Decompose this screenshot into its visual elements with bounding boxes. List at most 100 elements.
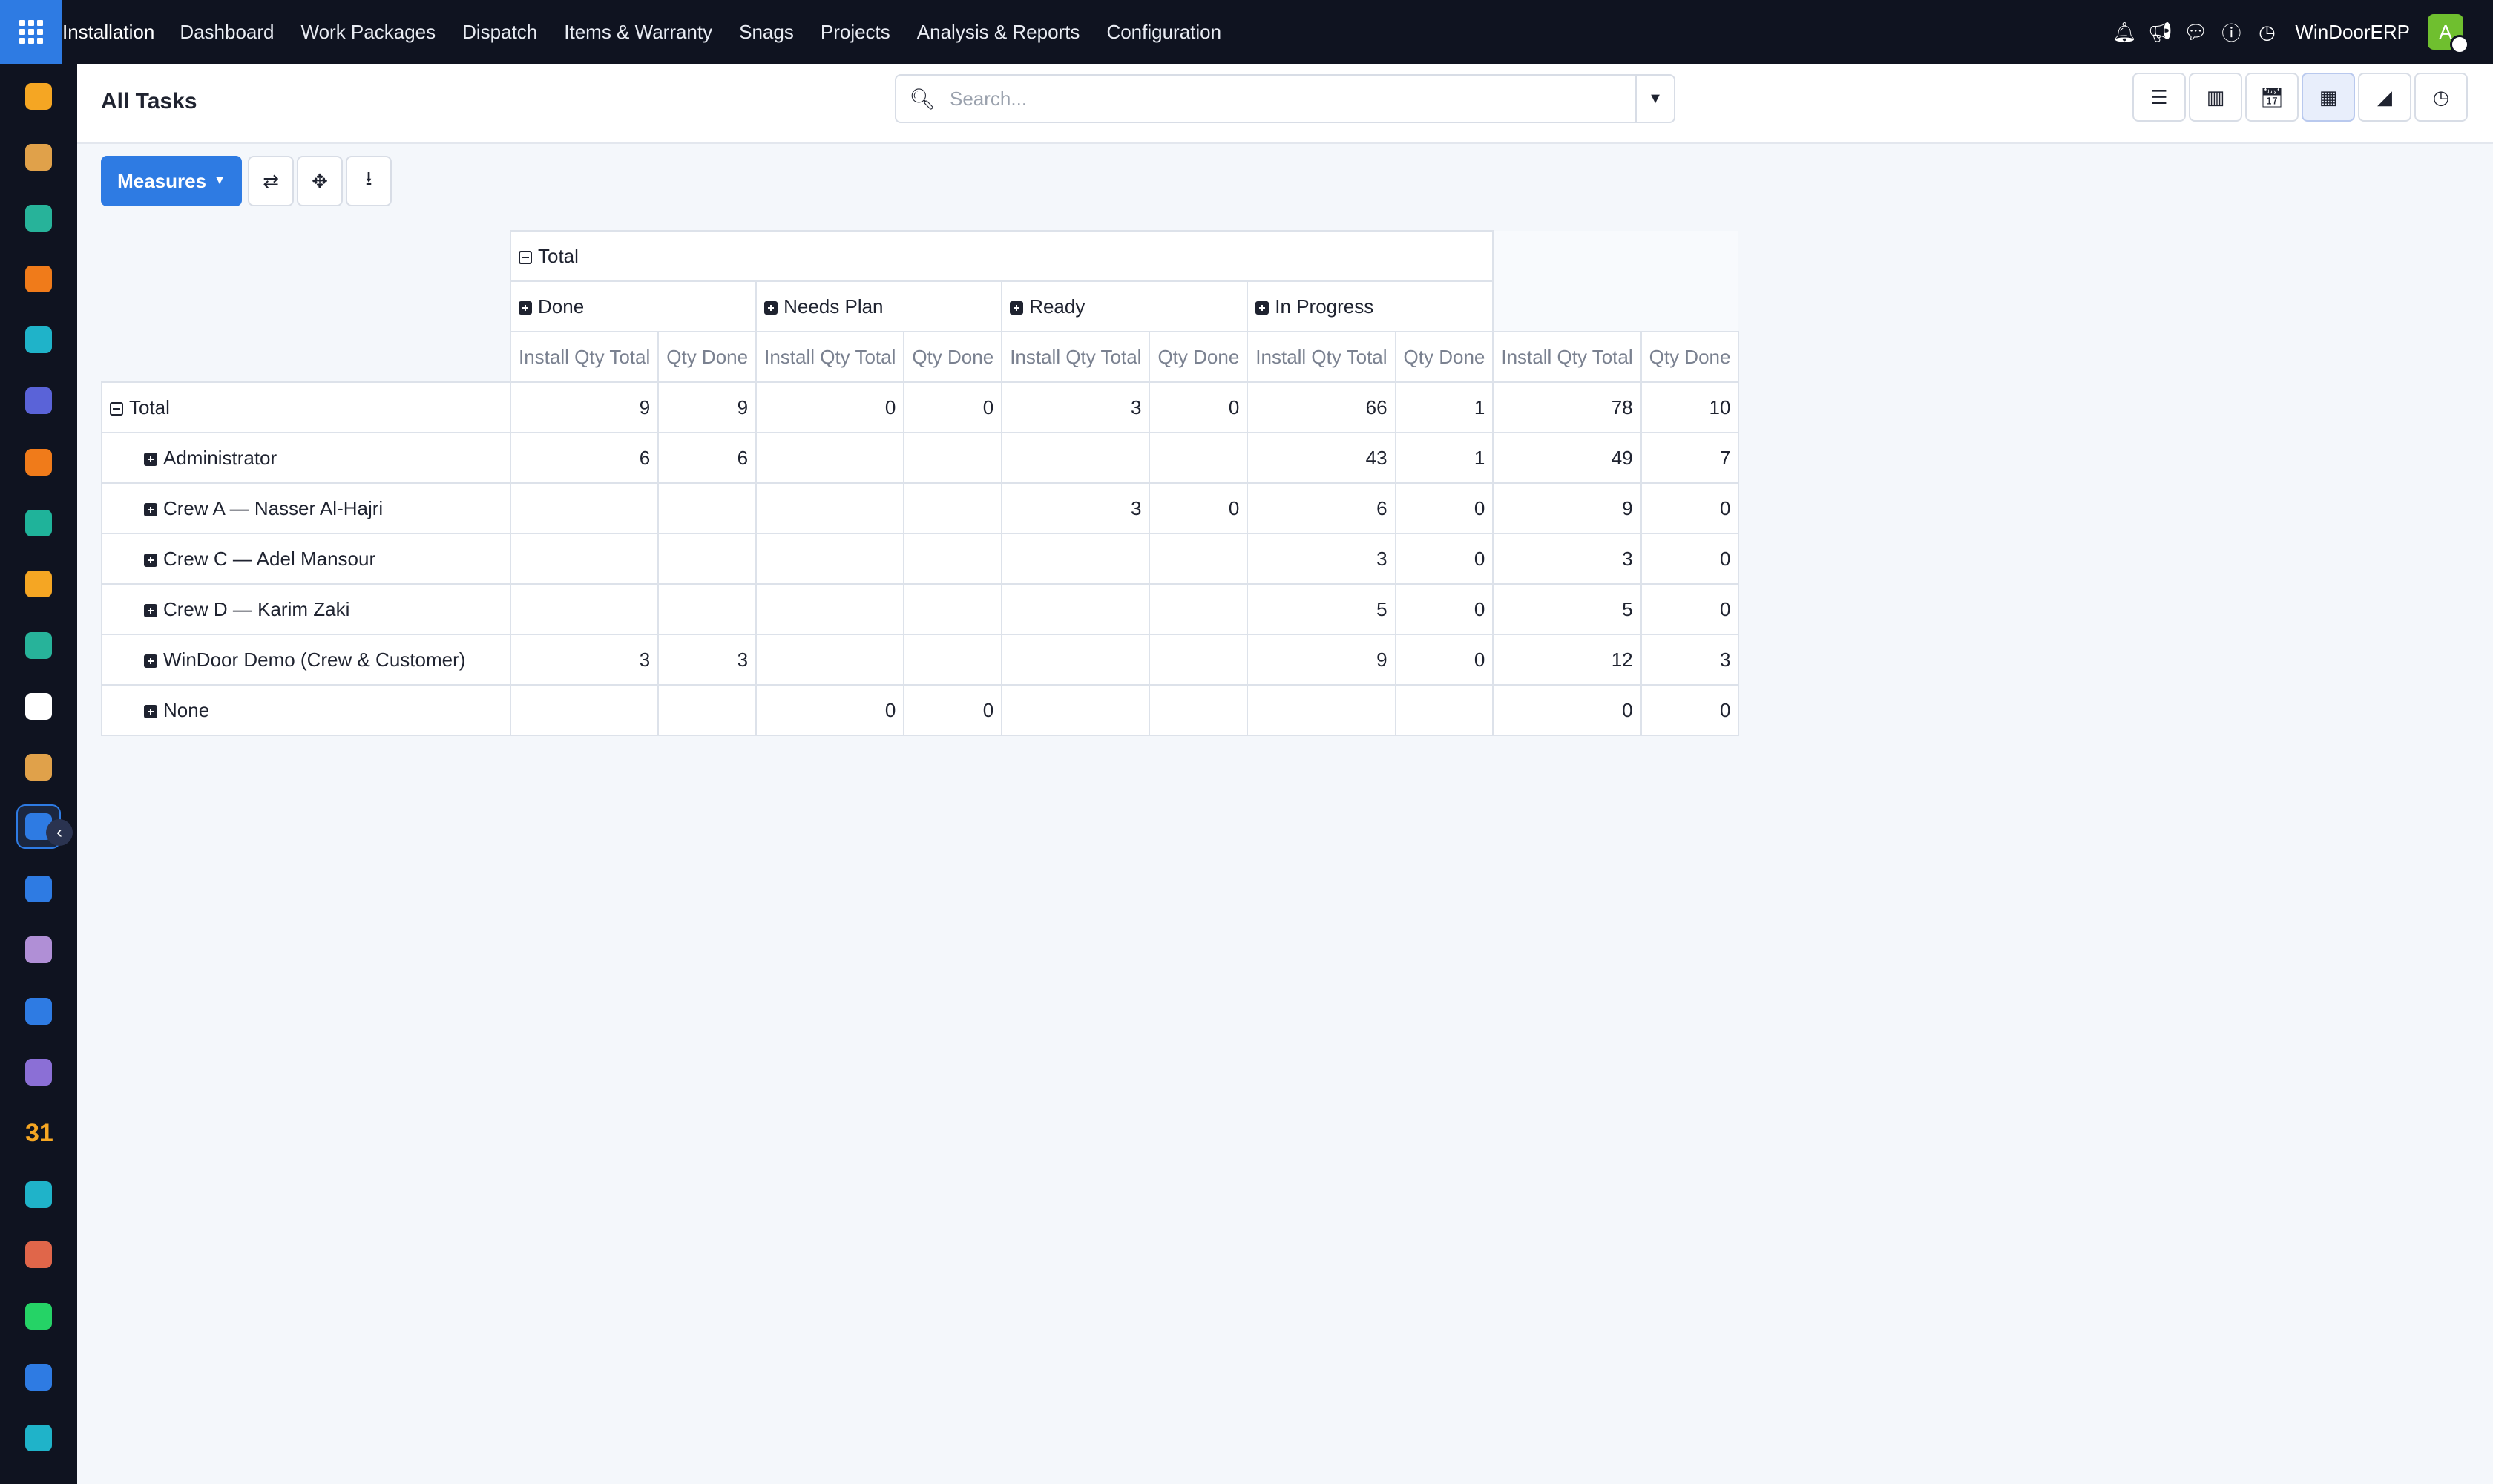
pivot-cell[interactable]: 1: [1394, 432, 1494, 484]
project-icon[interactable]: [16, 501, 61, 545]
pivot-cell[interactable]: 1: [1394, 381, 1494, 433]
row-header[interactable]: None: [101, 684, 511, 736]
measures-button[interactable]: Measures ▼: [101, 156, 242, 206]
pivot-cell[interactable]: [903, 432, 1003, 484]
pivot-cell[interactable]: 66: [1246, 381, 1396, 433]
pivot-cell[interactable]: 9: [657, 381, 758, 433]
megaphone-icon[interactable]: 📢︎: [2142, 21, 2178, 44]
pivot-cell[interactable]: 9: [509, 381, 660, 433]
pivot-cell[interactable]: 0: [1394, 634, 1494, 686]
pivot-cell[interactable]: 0: [1640, 684, 1740, 736]
pivot-cell[interactable]: 6: [657, 432, 758, 484]
pivot-cell[interactable]: 0: [1394, 482, 1494, 534]
pivot-cell[interactable]: [1001, 684, 1151, 736]
pivot-cell[interactable]: 10: [1640, 381, 1740, 433]
contacts-icon[interactable]: [16, 196, 61, 240]
pivot-cell[interactable]: [657, 583, 758, 635]
menu-items-warranty[interactable]: Items & Warranty: [564, 21, 712, 44]
row-header[interactable]: Administrator: [101, 432, 511, 484]
pivot-cell[interactable]: [509, 482, 660, 534]
email-marketing-icon[interactable]: [16, 378, 61, 423]
calendar-icon[interactable]: 31: [16, 1111, 61, 1155]
pivot-cell[interactable]: 0: [1149, 381, 1249, 433]
pivot-cell[interactable]: [1149, 684, 1249, 736]
measure-header-install-qty-total[interactable]: Install Qty Total: [509, 331, 660, 383]
whatsapp-icon[interactable]: [16, 1294, 61, 1339]
sales-icon[interactable]: [16, 74, 61, 119]
pivot-cell[interactable]: 0: [1640, 583, 1740, 635]
pivot-cell[interactable]: 0: [1640, 533, 1740, 585]
measure-header-qty-done[interactable]: Qty Done: [1640, 331, 1740, 383]
products-icon[interactable]: [16, 928, 61, 972]
measure-header-qty-done[interactable]: Qty Done: [1149, 331, 1249, 383]
list-view-icon[interactable]: ☰: [2132, 73, 2186, 122]
help-icon[interactable]: ⓘ: [2213, 19, 2249, 46]
pivot-cell[interactable]: [657, 684, 758, 736]
calendar-view-icon[interactable]: 📅︎: [2245, 73, 2299, 122]
measure-header-install-qty-total[interactable]: Install Qty Total: [755, 331, 905, 383]
pivot-cell[interactable]: 9: [1246, 634, 1396, 686]
pivot-cell[interactable]: 0: [755, 381, 905, 433]
app-brand[interactable]: Installation: [62, 21, 154, 44]
pivot-cell[interactable]: 0: [755, 684, 905, 736]
pivot-cell[interactable]: [903, 634, 1003, 686]
invoicing-icon[interactable]: [16, 989, 61, 1034]
pivot-cell[interactable]: 0: [1149, 482, 1249, 534]
pivot-cell[interactable]: 0: [1394, 583, 1494, 635]
pivot-cell[interactable]: 7: [1640, 432, 1740, 484]
search-input[interactable]: [948, 86, 1635, 111]
chat-icon[interactable]: [16, 440, 61, 485]
menu-configuration[interactable]: Configuration: [1106, 21, 1221, 44]
collapse-sidebar-icon[interactable]: ‹: [46, 819, 73, 846]
clock-icon[interactable]: ◷: [2249, 21, 2285, 44]
team-icon[interactable]: [16, 1050, 61, 1094]
pivot-cell[interactable]: 5: [1492, 583, 1642, 635]
menu-analysis-reports[interactable]: Analysis & Reports: [917, 21, 1080, 44]
chat-icon[interactable]: 💬︎: [2178, 21, 2213, 44]
row-header[interactable]: Crew D — Karim Zaki: [101, 583, 511, 635]
crm-icon[interactable]: [16, 135, 61, 180]
pivot-cell[interactable]: 3: [1246, 533, 1396, 585]
employees-icon[interactable]: [16, 623, 61, 668]
pivot-cell[interactable]: 3: [509, 634, 660, 686]
pivot-cell[interactable]: [755, 482, 905, 534]
pivot-cell[interactable]: [755, 634, 905, 686]
pivot-cell[interactable]: [755, 533, 905, 585]
download-icon[interactable]: ⭳: [346, 156, 392, 206]
pivot-cell[interactable]: [903, 533, 1003, 585]
documents-icon[interactable]: [16, 745, 61, 789]
dashboards-icon[interactable]: [16, 1232, 61, 1277]
menu-dashboard[interactable]: Dashboard: [180, 21, 274, 44]
pivot-cell[interactable]: [509, 684, 660, 736]
pivot-cell[interactable]: [1001, 634, 1151, 686]
pivot-view-icon[interactable]: ▦: [2302, 73, 2355, 122]
pivot-cell[interactable]: 49: [1492, 432, 1642, 484]
pivot-cell[interactable]: 6: [509, 432, 660, 484]
pivot-cell[interactable]: 78: [1492, 381, 1642, 433]
pivot-cell[interactable]: [1149, 634, 1249, 686]
website-icon[interactable]: [16, 318, 61, 362]
row-header[interactable]: WinDoor Demo (Crew & Customer): [101, 634, 511, 686]
pivot-cell[interactable]: 43: [1246, 432, 1396, 484]
pivot-cell[interactable]: 6: [1246, 482, 1396, 534]
row-header[interactable]: Total: [101, 381, 511, 433]
reporting-icon[interactable]: [16, 562, 61, 606]
flip-axis-icon[interactable]: ⇄: [248, 156, 294, 206]
pivot-cell[interactable]: 0: [1394, 533, 1494, 585]
pivot-cell[interactable]: 3: [1001, 381, 1151, 433]
sign-icon[interactable]: [16, 1172, 61, 1217]
measure-header-install-qty-total[interactable]: Install Qty Total: [1492, 331, 1642, 383]
pivot-cell[interactable]: 3: [1640, 634, 1740, 686]
pivot-cell[interactable]: 5: [1246, 583, 1396, 635]
discuss-icon[interactable]: [16, 257, 61, 301]
menu-snags[interactable]: Snags: [739, 21, 794, 44]
pivot-cell[interactable]: [657, 482, 758, 534]
measure-header-qty-done[interactable]: Qty Done: [657, 331, 758, 383]
pivot-cell[interactable]: [1001, 432, 1151, 484]
column-header-in-progress[interactable]: In Progress: [1246, 280, 1494, 332]
pivot-cell[interactable]: 3: [657, 634, 758, 686]
pivot-cell[interactable]: 0: [903, 684, 1003, 736]
graph-view-icon[interactable]: ◢: [2358, 73, 2411, 122]
pivot-cell[interactable]: 0: [1640, 482, 1740, 534]
menu-work-packages[interactable]: Work Packages: [301, 21, 436, 44]
